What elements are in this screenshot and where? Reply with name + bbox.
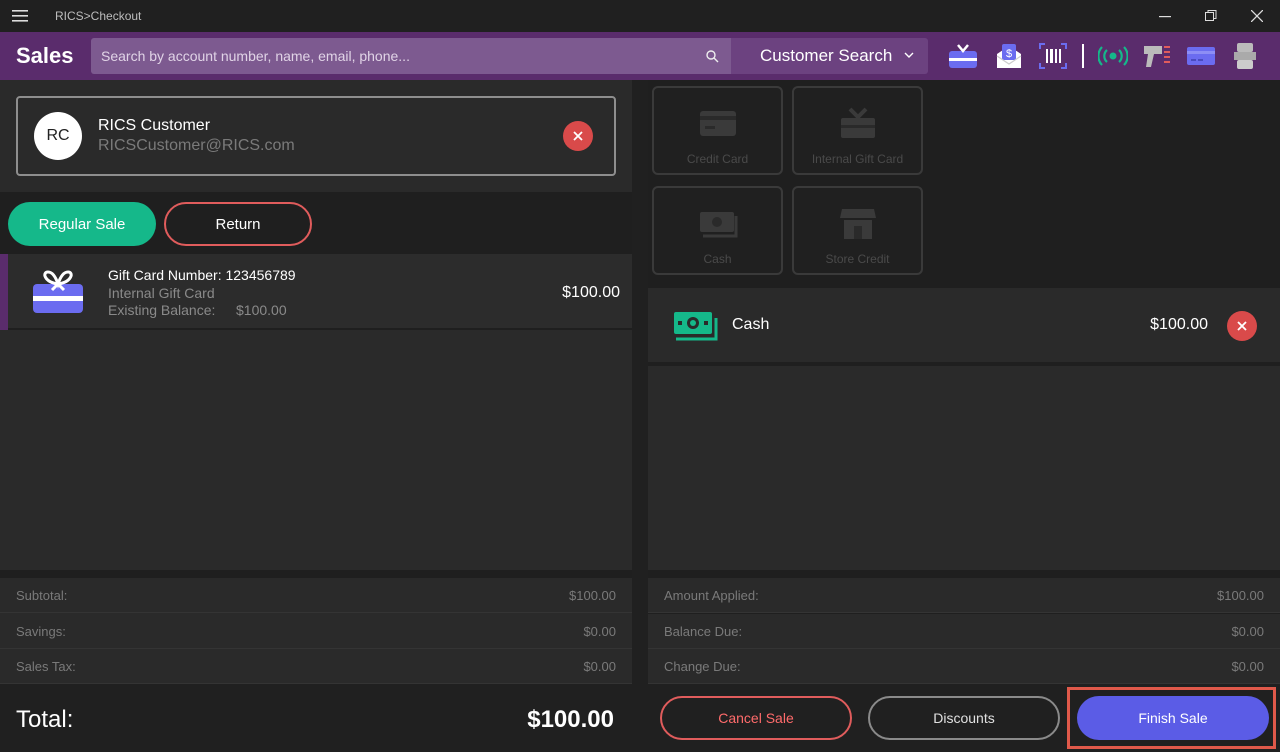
remove-payment-button[interactable] — [1227, 311, 1257, 341]
minimize-icon[interactable] — [1142, 4, 1188, 28]
cash-icon — [700, 212, 738, 238]
close-icon — [573, 131, 583, 141]
tender-label: Internal Gift Card — [811, 152, 904, 166]
chevron-down-icon — [904, 52, 914, 58]
payment-label: Cash — [732, 316, 770, 333]
credit-card-icon — [700, 111, 736, 136]
gift-card-icon — [33, 270, 83, 313]
email-receipt-icon[interactable]: $ — [993, 40, 1025, 72]
search-mode-dropdown[interactable]: Customer Search — [731, 38, 928, 74]
balance-due-row: Balance Due: $0.00 — [648, 614, 1280, 649]
list-item[interactable]: Gift Card Number: 123456789 Internal Gif… — [0, 254, 632, 330]
item-balance-label: Existing Balance: — [108, 302, 216, 318]
tax-label: Sales Tax: — [16, 659, 76, 674]
restore-icon[interactable] — [1188, 4, 1234, 28]
return-button[interactable]: Return — [164, 202, 312, 246]
tax-value: $0.00 — [583, 659, 616, 674]
regular-sale-button[interactable]: Regular Sale — [8, 202, 156, 246]
tax-row: Sales Tax: $0.00 — [0, 649, 632, 684]
amount-applied-value: $100.00 — [1217, 588, 1264, 603]
printer-icon[interactable] — [1229, 40, 1261, 72]
page-title: Sales — [16, 43, 74, 68]
total-value: $100.00 — [527, 706, 614, 733]
tender-credit-card[interactable]: Credit Card — [652, 86, 783, 175]
close-icon — [1237, 321, 1247, 331]
balance-due-value: $0.00 — [1231, 624, 1264, 639]
sale-panel: RC RICS Customer RICSCustomer@RICS.com R… — [0, 80, 632, 752]
customer-name: RICS Customer — [98, 117, 211, 134]
change-due-value: $0.00 — [1231, 659, 1264, 674]
toolbar-divider — [1082, 44, 1084, 68]
tender-label: Cash — [703, 252, 732, 266]
savings-value: $0.00 — [583, 624, 616, 639]
hamburger-menu-icon[interactable] — [8, 6, 32, 26]
wireless-icon[interactable] — [1097, 40, 1129, 72]
subtotal-row: Subtotal: $100.00 — [0, 578, 632, 613]
change-due-row: Change Due: $0.00 — [648, 649, 1280, 684]
balance-due-label: Balance Due: — [664, 624, 743, 639]
amount-applied-label: Amount Applied: — [664, 588, 759, 603]
scanner-icon[interactable] — [1141, 40, 1173, 72]
payment-panel: Credit Card Internal Gift Card Cash Stor… — [648, 80, 1280, 752]
cancel-sale-button[interactable]: Cancel Sale — [660, 696, 852, 740]
search-box — [91, 38, 731, 74]
amount-applied-row: Amount Applied: $100.00 — [648, 578, 1280, 613]
subtotal-value: $100.00 — [569, 588, 616, 603]
selected-accent-bar — [0, 254, 8, 330]
section-divider — [0, 570, 632, 578]
tender-label: Store Credit — [825, 252, 890, 266]
search-mode-label: Customer Search — [760, 46, 893, 65]
payment-row[interactable]: Cash $100.00 — [648, 288, 1280, 364]
subtotal-label: Subtotal: — [16, 588, 68, 603]
total-label: Total: — [16, 706, 74, 733]
total-row: Total: $100.00 — [0, 684, 632, 752]
item-title: Gift Card Number: 123456789 — [108, 267, 296, 283]
action-bar: Cancel Sale Discounts Finish Sale — [648, 684, 1280, 752]
panel-divider — [632, 80, 648, 752]
tender-internal-gift-card[interactable]: Internal Gift Card — [792, 86, 923, 175]
customer-card[interactable]: RC RICS Customer RICSCustomer@RICS.com — [16, 96, 616, 176]
search-input[interactable] — [101, 38, 691, 74]
search-icon[interactable] — [705, 49, 719, 63]
remove-customer-button[interactable] — [563, 121, 593, 151]
store-icon — [840, 209, 876, 239]
app-header: Sales Customer Search $ — [0, 32, 1280, 80]
item-balance-value: $100.00 — [236, 302, 287, 318]
tender-cash[interactable]: Cash — [652, 186, 783, 275]
savings-label: Savings: — [16, 624, 66, 639]
barcode-scan-icon[interactable] — [1037, 40, 1069, 72]
title-bar: RICS>Checkout — [0, 0, 1280, 32]
savings-row: Savings: $0.00 — [0, 614, 632, 649]
svg-text:$: $ — [1006, 48, 1012, 60]
cash-icon — [674, 312, 718, 341]
customer-email: RICSCustomer@RICS.com — [98, 137, 295, 154]
finish-sale-button[interactable]: Finish Sale — [1077, 696, 1269, 740]
payment-list-area — [648, 366, 1280, 570]
discounts-button[interactable]: Discounts — [868, 696, 1060, 740]
tender-store-credit[interactable]: Store Credit — [792, 186, 923, 275]
credit-card-icon[interactable] — [1185, 40, 1217, 72]
gift-card-icon[interactable] — [947, 40, 979, 72]
avatar: RC — [34, 112, 82, 160]
item-price: $100.00 — [562, 284, 620, 301]
item-subtitle: Internal Gift Card — [108, 285, 215, 301]
change-due-label: Change Due: — [664, 659, 741, 674]
payment-amount: $100.00 — [1150, 316, 1208, 333]
gift-card-icon — [841, 107, 875, 138]
tender-label: Credit Card — [686, 152, 749, 166]
window-title: RICS>Checkout — [55, 9, 142, 23]
sale-mode-bar: Regular Sale Return — [0, 192, 632, 254]
close-window-icon[interactable] — [1234, 4, 1280, 28]
